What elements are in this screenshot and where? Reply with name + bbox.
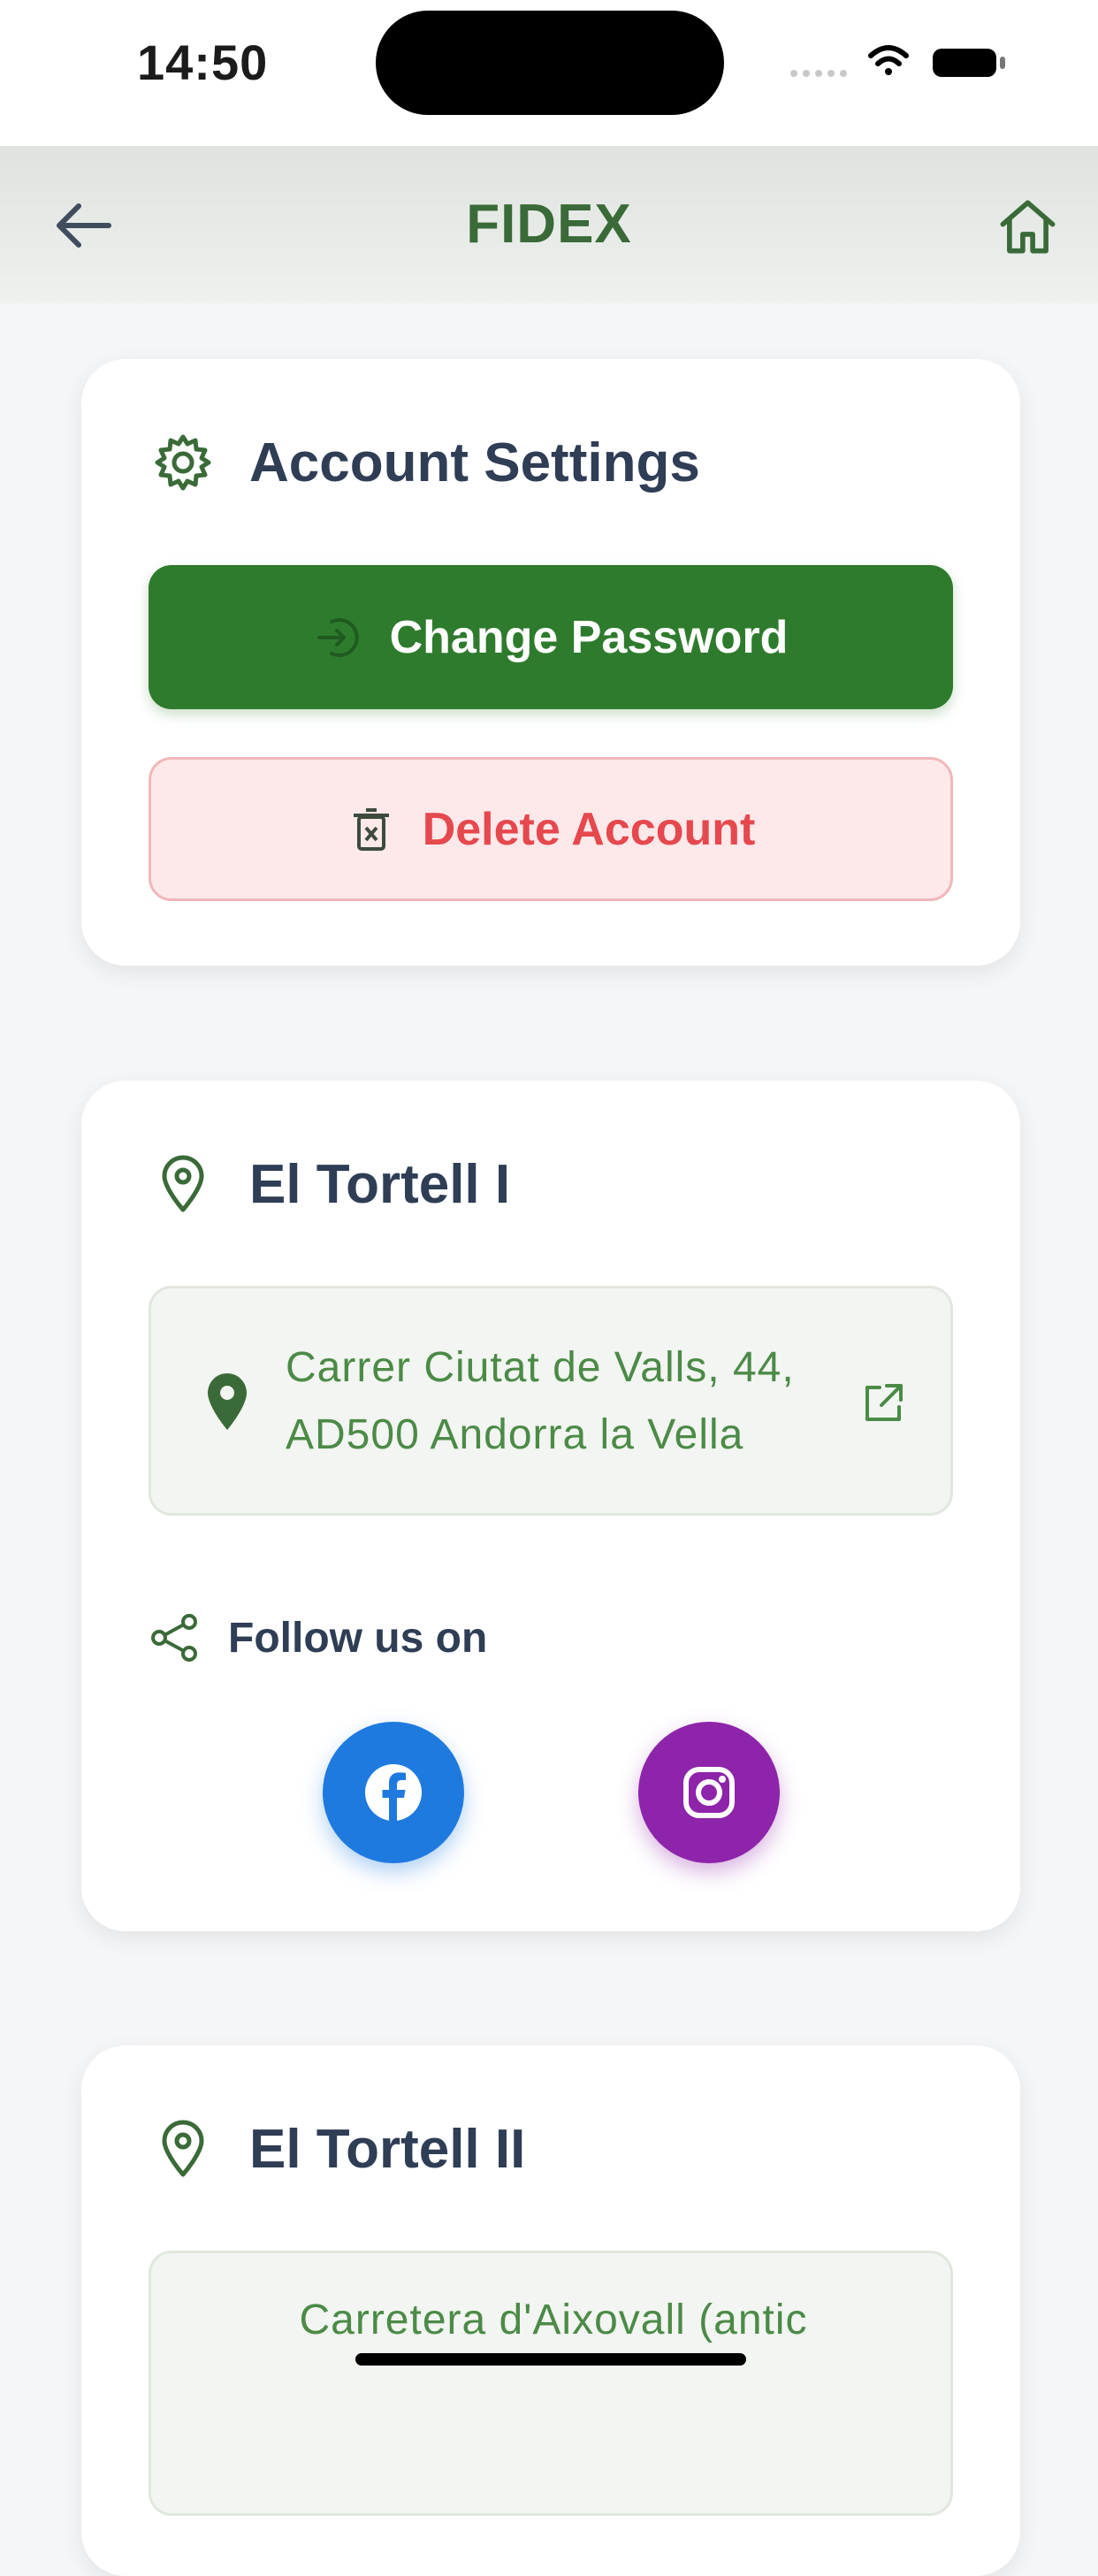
external-link-icon[interactable] — [858, 1379, 908, 1428]
app-title: FIDEX — [466, 194, 632, 255]
delete-account-label: Delete Account — [422, 803, 756, 855]
status-bar: 14:50 — [0, 0, 1098, 146]
card-header: Account Settings — [152, 423, 700, 502]
card-header: El Tortell I — [152, 1144, 510, 1224]
trash-icon — [353, 807, 389, 851]
location-outline-icon — [162, 2120, 204, 2177]
instagram-icon — [683, 1767, 735, 1818]
delete-account-button[interactable]: Delete Account — [149, 757, 953, 901]
home-indicator — [355, 2353, 746, 2366]
location-title: El Tortell I — [249, 1153, 511, 1215]
facebook-icon — [365, 1764, 422, 1821]
location-outline-icon — [162, 1155, 204, 1212]
facebook-button[interactable] — [323, 1722, 464, 1863]
dynamic-island — [376, 11, 724, 115]
address-line-1: Carrer Ciutat de Valls, 44, — [286, 1344, 795, 1391]
follow-us: Follow us on — [149, 1607, 487, 1669]
account-settings-title: Account Settings — [249, 432, 700, 493]
home-icon[interactable] — [995, 193, 1061, 259]
battery-icon — [933, 49, 1005, 77]
gear-icon — [155, 434, 211, 491]
status-time: 14:50 — [137, 34, 269, 90]
follow-label: Follow us on — [228, 1614, 488, 1662]
signal-icon — [790, 70, 847, 77]
address-line-2: AD500 Andorra la Vella — [286, 1411, 744, 1458]
address-box[interactable]: Carrer Ciutat de Valls, 44, AD500 Andorr… — [149, 1286, 953, 1516]
instagram-button[interactable] — [638, 1722, 780, 1863]
address-text: Carretera d'Aixovall (antic — [151, 2287, 956, 2354]
location-card: El Tortell I Carrer Ciutat de Valls, 44,… — [81, 1081, 1020, 1931]
share-icon — [151, 1614, 197, 1662]
status-icons — [790, 45, 1005, 77]
address-line-1: Carretera d'Aixovall (antic — [299, 2297, 808, 2343]
change-password-button[interactable]: Change Password — [149, 565, 953, 709]
location-card: El Tortell II Carretera d'Aixovall (anti… — [81, 2045, 1020, 2576]
address-text: Carrer Ciutat de Valls, 44, AD500 Andorr… — [286, 1334, 834, 1469]
login-icon — [316, 617, 359, 657]
location-title: El Tortell II — [249, 2118, 526, 2180]
app-bar: FIDEX — [0, 146, 1098, 303]
account-settings-card: Account Settings Change Password Delete … — [81, 359, 1020, 966]
card-header: El Tortell II — [152, 2109, 525, 2189]
wifi-icon — [868, 45, 909, 75]
change-password-label: Change Password — [389, 611, 789, 663]
address-box[interactable]: Carretera d'Aixovall (antic — [149, 2251, 953, 2516]
location-pin-icon — [208, 1373, 247, 1430]
